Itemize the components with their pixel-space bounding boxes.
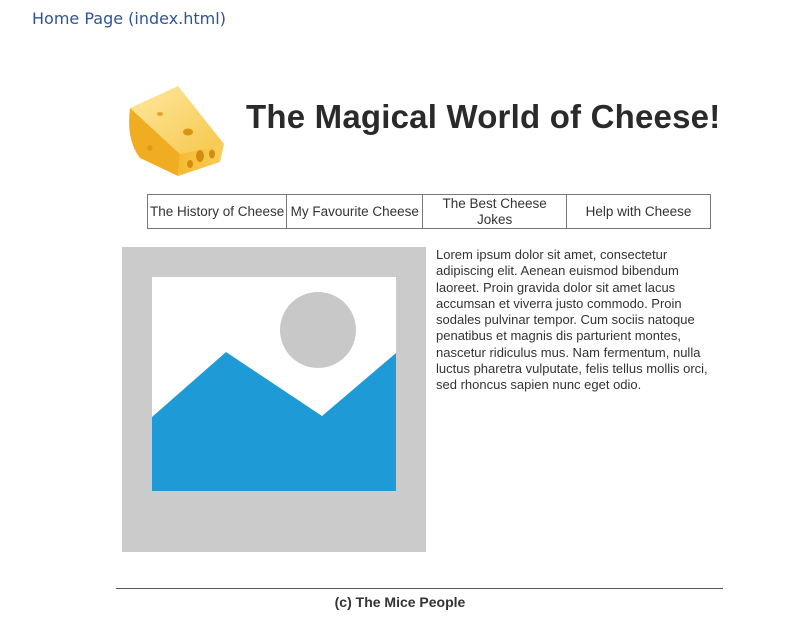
nav-item-history[interactable]: The History of Cheese (148, 195, 288, 228)
nav-item-jokes[interactable]: The Best Cheese Jokes (423, 195, 568, 228)
image-placeholder-icon (152, 277, 396, 491)
cheese-wedge-icon (120, 80, 228, 180)
main-navigation: The History of Cheese My Favourite Chees… (147, 194, 711, 229)
nav-item-help[interactable]: Help with Cheese (567, 195, 710, 228)
nav-item-favourite[interactable]: My Favourite Cheese (287, 195, 424, 228)
body-text: Lorem ipsum dolor sit amet, consectetur … (436, 247, 708, 393)
footer-divider (116, 588, 723, 589)
image-placeholder (122, 247, 426, 552)
document-caption: Home Page (index.html) (32, 9, 226, 28)
footer-copyright: (c) The Mice People (334, 594, 466, 610)
site-title: The Magical World of Cheese! (246, 98, 721, 135)
site-mockup: The Magical World of Cheese! The History… (116, 78, 726, 618)
